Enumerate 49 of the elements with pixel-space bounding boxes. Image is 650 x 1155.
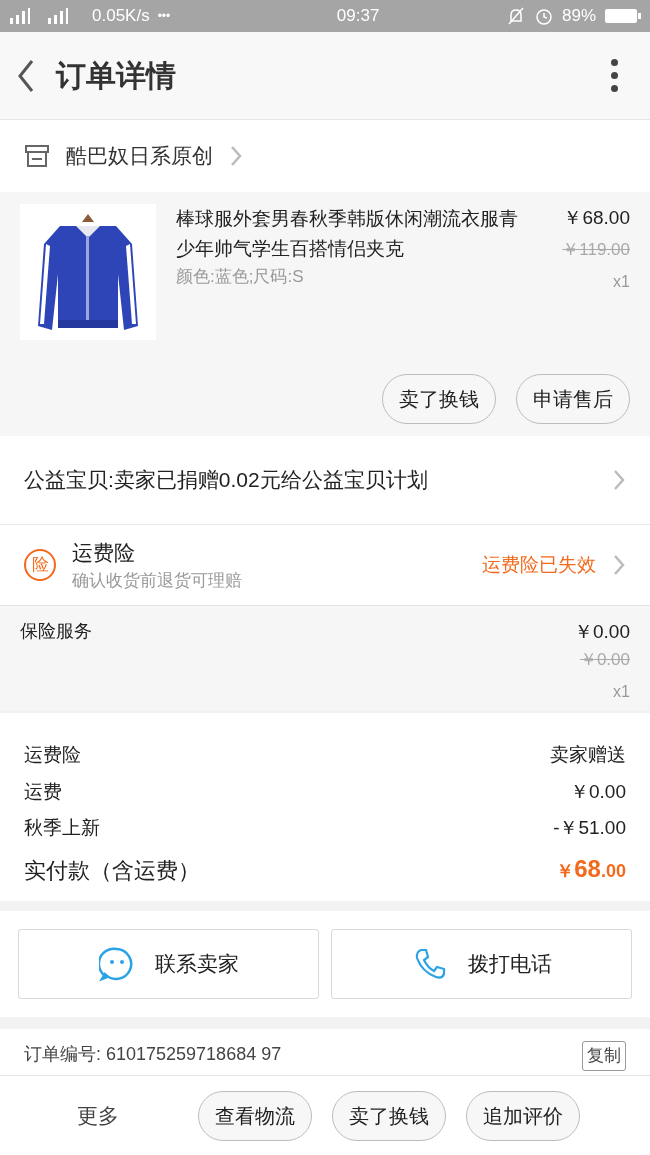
action-button[interactable]: 卖了换钱 <box>382 374 496 424</box>
shipping-insurance-row[interactable]: 险 运费险 确认收货前退货可理赔 运费险已失效 <box>0 525 650 605</box>
chevron-right-icon <box>612 553 626 577</box>
copy-button[interactable]: 复制 <box>582 1041 626 1071</box>
summary-label: 运费险 <box>24 743 81 767</box>
service-quantity: x1 <box>613 682 630 702</box>
shop-row[interactable]: 酷巴奴日系原创 <box>0 120 650 192</box>
battery-icon <box>604 7 642 25</box>
original-price: ￥119.00 <box>562 238 630 261</box>
product-title: 棒球服外套男春秋季韩版休闲潮流衣服青少年帅气学生百搭情侣夹克 <box>176 207 519 261</box>
summary-value: -￥51.00 <box>553 816 626 840</box>
summary-label: 运费 <box>24 779 62 804</box>
summary-label: 秋季上新 <box>24 816 100 840</box>
chat-bubble-icon <box>98 946 135 982</box>
contact-button[interactable]: 联系卖家 <box>18 929 319 999</box>
action-button[interactable]: 追加评价 <box>466 1090 580 1141</box>
shop-icon <box>24 144 50 168</box>
insurance-badge: 险 <box>24 549 56 581</box>
network-speed: 0.05K/s <box>92 5 150 28</box>
more-notifications: ••• <box>157 8 171 25</box>
battery-percent: 89% <box>561 5 596 28</box>
chevron-right-icon <box>612 468 626 492</box>
quantity: x1 <box>613 272 630 292</box>
page-title: 订单详情 <box>56 58 176 94</box>
insurance-status: 运费险已失效 <box>482 552 596 577</box>
summary-value: 卖家赠送 <box>550 743 626 767</box>
service-price: ￥0.00 <box>574 620 630 644</box>
charity-text: 公益宝贝:卖家已捐赠0.02元给公益宝贝计划 <box>24 467 428 494</box>
total-label: 实付款（含运费） <box>24 856 200 885</box>
service-name: 保险服务 <box>20 620 92 643</box>
more-button[interactable]: 更多 <box>18 1099 178 1132</box>
chevron-right-icon <box>229 144 243 168</box>
shop-name: 酷巴奴日系原创 <box>66 143 213 170</box>
order-number: 订单编号: 610175259718684 97 <box>24 1043 282 1066</box>
contact-button[interactable]: 拨打电话 <box>331 929 632 999</box>
summary-value: ￥0.00 <box>570 779 626 804</box>
alarm-icon <box>533 6 554 26</box>
action-button[interactable]: 查看物流 <box>198 1090 312 1141</box>
insurance-title: 运费险 <box>72 539 136 566</box>
muted-bell-icon <box>505 6 526 26</box>
insurance-subtitle: 确认收货前退货可理赔 <box>72 570 242 592</box>
clock: 09:37 <box>335 5 380 28</box>
action-button[interactable]: 申请售后 <box>516 374 630 424</box>
action-button[interactable]: 卖了换钱 <box>332 1090 446 1141</box>
product-variant: 颜色:蓝色;尺码:S <box>176 266 305 288</box>
service-original-price: ￥0.00 <box>579 648 630 671</box>
product-price: ￥68.00 <box>563 206 630 230</box>
charity-row[interactable]: 公益宝贝:卖家已捐赠0.02元给公益宝贝计划 <box>0 436 650 525</box>
total-amount: ￥68.00 <box>556 853 626 884</box>
